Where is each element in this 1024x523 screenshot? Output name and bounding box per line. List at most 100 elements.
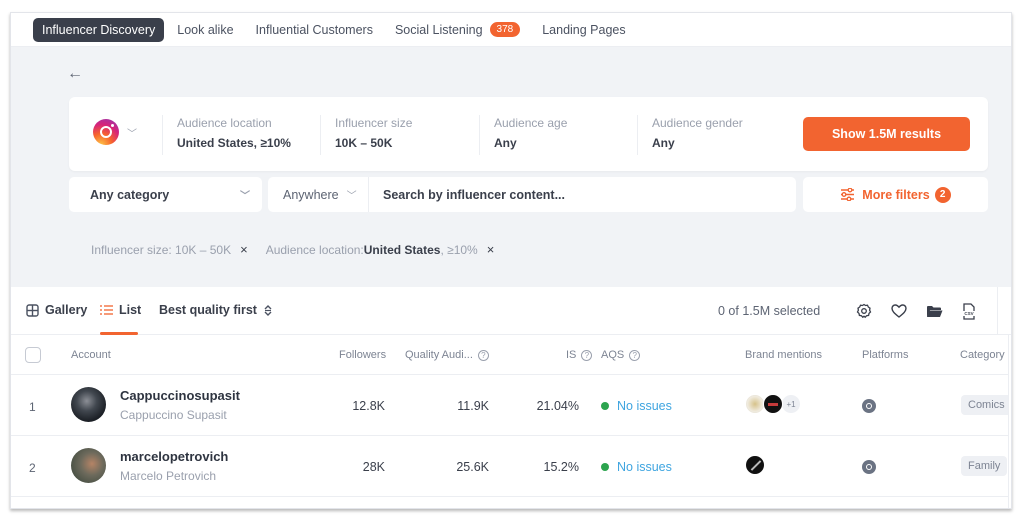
column-label: Account: [71, 349, 111, 361]
column-label: AQS: [601, 349, 625, 361]
tab-influential-customers[interactable]: Influential Customers: [247, 18, 382, 42]
audience-age-filter[interactable]: Audience age Any: [494, 116, 567, 150]
chevron-down-icon: ﹀: [346, 191, 357, 202]
svg-text:CSV: CSV: [964, 311, 973, 316]
tab-landing-pages[interactable]: Landing Pages: [533, 18, 634, 42]
brand-mentions[interactable]: [745, 455, 765, 475]
brand-logo: [745, 455, 765, 475]
favorite-button[interactable]: [889, 301, 909, 321]
select-all-checkbox[interactable]: [25, 347, 41, 363]
column-is[interactable]: IS?: [566, 349, 593, 361]
category-chip: Family: [961, 456, 1008, 476]
settings-button[interactable]: [854, 301, 874, 321]
close-icon[interactable]: ×: [240, 242, 248, 257]
account-handle[interactable]: Cappuccinosupasit: [120, 388, 240, 403]
column-label: Category: [960, 349, 1005, 361]
gallery-view-button[interactable]: Gallery: [26, 303, 87, 317]
filter-value: Any: [652, 136, 675, 150]
filter-label: Audience age: [494, 116, 568, 130]
column-followers[interactable]: Followers: [339, 349, 386, 361]
account-name: Marcelo Petrovich: [120, 469, 217, 483]
tab-label: Look alike: [177, 22, 234, 37]
table-row[interactable]: 1 Cappuccinosupasit Cappuccino Supasit 1…: [11, 375, 1011, 436]
instagram-icon: [862, 399, 876, 413]
brand-logo: [763, 394, 783, 414]
list-label: List: [119, 303, 142, 317]
instagram-icon: [93, 119, 119, 145]
tab-bar: Influencer Discovery Look alike Influent…: [11, 13, 1011, 47]
content-search-group: Anywhere ﹀: [268, 177, 796, 212]
export-csv-button[interactable]: CSV: [959, 301, 979, 321]
category-select[interactable]: Any category ﹀: [69, 177, 262, 212]
filter-chip: Influencer size: 10K – 50K ×: [91, 242, 248, 257]
help-icon[interactable]: ?: [581, 349, 593, 361]
gear-icon: [856, 303, 872, 319]
brand-mentions[interactable]: +1: [745, 394, 801, 414]
aqs-status[interactable]: No issues: [601, 399, 672, 413]
sort-icon: [264, 304, 272, 316]
divider: [320, 115, 321, 155]
audience-gender-filter[interactable]: Audience gender Any: [652, 116, 743, 150]
tab-social-listening[interactable]: Social Listening 378: [386, 17, 529, 42]
more-filters-button[interactable]: More filters 2: [803, 177, 988, 212]
row-rank: 2: [29, 461, 36, 475]
filter-label: Audience gender: [652, 116, 743, 130]
instagram-icon: [862, 460, 876, 474]
grid-icon: [26, 303, 39, 317]
avatar: [71, 448, 106, 483]
column-account[interactable]: Account: [71, 349, 111, 361]
heart-icon: [891, 304, 907, 318]
chip-text-bold: United States: [363, 242, 441, 257]
audience-location-filter[interactable]: Audience location United States, ≥10%: [177, 116, 291, 150]
tab-label: Influential Customers: [255, 22, 373, 37]
close-icon[interactable]: ×: [487, 242, 495, 257]
tab-label: Landing Pages: [542, 22, 626, 37]
tab-influencer-discovery[interactable]: Influencer Discovery: [33, 17, 165, 42]
sort-label: Best quality first: [159, 303, 257, 317]
quality-audience-value: 25.6K: [456, 460, 489, 474]
quality-audience-value: 11.9K: [457, 399, 489, 413]
influencer-size-filter[interactable]: Influencer size 10K – 50K: [335, 116, 412, 150]
table-row[interactable]: 2 marcelopetrovich Marcelo Petrovich 28K…: [11, 436, 1011, 497]
add-to-list-button[interactable]: [924, 301, 944, 321]
is-value: 21.04%: [536, 399, 579, 413]
divider: [997, 287, 998, 335]
aqs-label: No issues: [617, 460, 672, 474]
filter-count-badge: 2: [934, 186, 951, 203]
column-category[interactable]: Category: [960, 349, 1005, 361]
more-filters-label: More filters: [862, 187, 930, 202]
help-icon[interactable]: ?: [629, 349, 641, 361]
followers-value: 12.8K: [352, 399, 385, 413]
column-aqs[interactable]: AQS?: [601, 349, 641, 361]
row-rank: 1: [29, 400, 36, 414]
aqs-status[interactable]: No issues: [601, 460, 672, 474]
location-scope-value: Anywhere: [283, 187, 339, 202]
column-label: Brand mentions: [745, 349, 823, 361]
list-view-button[interactable]: List: [100, 303, 141, 317]
avatar: [71, 387, 106, 422]
location-scope-select[interactable]: Anywhere ﹀: [268, 177, 369, 212]
filter-value: 10K – 50K: [335, 136, 393, 150]
column-brand-mentions[interactable]: Brand mentions: [745, 349, 822, 361]
column-platforms[interactable]: Platforms: [862, 349, 908, 361]
table-header: Account Followers Quality Audi...? IS? A…: [11, 335, 1011, 375]
column-label: Quality Audi...: [405, 349, 473, 361]
account-handle[interactable]: marcelopetrovich: [120, 449, 228, 464]
tab-look-alike[interactable]: Look alike: [168, 18, 242, 42]
arrow-left-icon: ←: [67, 65, 83, 82]
back-button[interactable]: ←: [67, 65, 83, 83]
scroll-edge: [1008, 335, 1011, 508]
filter-label: Influencer size: [335, 116, 413, 130]
filter-value: United States, ≥10%: [177, 136, 291, 150]
gallery-label: Gallery: [45, 303, 88, 317]
column-label: Followers: [339, 349, 387, 361]
content-search-input[interactable]: [369, 187, 796, 202]
column-quality-audience[interactable]: Quality Audi...?: [405, 349, 489, 361]
search-row: Any category ﹀ Anywhere ﹀ Search by infl…: [69, 177, 988, 213]
status-dot-icon: [601, 463, 609, 471]
sort-select[interactable]: Best quality first: [159, 303, 273, 317]
column-label: Platforms: [862, 349, 909, 361]
platform-select[interactable]: ﹀: [93, 119, 137, 145]
help-icon[interactable]: ?: [477, 349, 489, 361]
show-results-button[interactable]: Show 1.5M results: [803, 117, 970, 151]
